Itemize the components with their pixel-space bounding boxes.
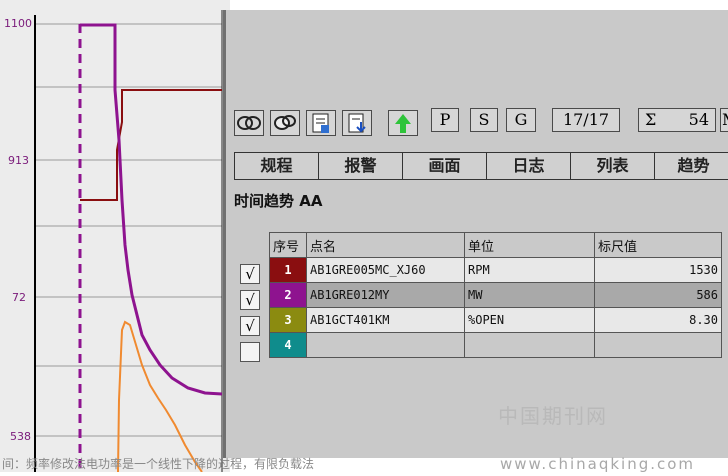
row-color-swatch: 2 xyxy=(269,282,307,308)
y-tick-label: 913 xyxy=(8,154,29,167)
more-button[interactable]: M xyxy=(720,108,728,132)
row-unit xyxy=(464,332,595,358)
row-color-swatch: 3 xyxy=(269,307,307,333)
row-scale: 8.30 xyxy=(594,307,722,333)
s-button[interactable]: S xyxy=(470,108,498,132)
report-icon[interactable] xyxy=(306,110,336,136)
checkbox-row-4[interactable] xyxy=(240,342,260,362)
table-row[interactable]: 1 AB1GRE005MC_XJ60 RPM 1530 xyxy=(269,257,722,283)
row-scale: 586 xyxy=(594,282,722,308)
table-row[interactable]: 3 AB1GCT401KM %OPEN 8.30 xyxy=(269,307,722,333)
header-name: 点名 xyxy=(306,232,465,258)
y-tick-label: 72 xyxy=(12,291,26,304)
y-tick-label: 538 xyxy=(10,430,31,443)
sum-symbol: Σ xyxy=(645,110,657,129)
tab-alarm[interactable]: 报警 xyxy=(319,153,403,179)
header-unit: 单位 xyxy=(464,232,595,258)
download-icon[interactable] xyxy=(342,110,372,136)
checkbox-row-2[interactable]: √ xyxy=(240,290,260,310)
point-table: 序号 点名 单位 标尺值 1 AB1GRE005MC_XJ60 RPM 1530… xyxy=(269,232,722,358)
tab-display[interactable]: 画面 xyxy=(403,153,487,179)
row-unit: MW xyxy=(464,282,595,308)
tab-procedure[interactable]: 规程 xyxy=(235,153,319,179)
checkbox-row-1[interactable]: √ xyxy=(240,264,260,284)
tab-trend[interactable]: 趋势 xyxy=(655,153,728,179)
watermark-text: 中国期刊网 xyxy=(498,404,608,428)
row-unit: %OPEN xyxy=(464,307,595,333)
row-scale: 1530 xyxy=(594,257,722,283)
row-color-swatch: 4 xyxy=(269,332,307,358)
row-point-name: AB1GCT401KM xyxy=(306,307,465,333)
handshake-icon[interactable] xyxy=(234,110,264,136)
table-header-row: 序号 点名 单位 标尺值 xyxy=(269,232,722,258)
table-row[interactable]: 2 AB1GRE012MY MW 586 xyxy=(269,282,722,308)
watermark-url: www.chinaqking.com xyxy=(500,455,696,472)
caption-strip: 间：频率修改法电功率是一个线性下降的过程，有限负载法 www.chinaqkin… xyxy=(0,455,728,472)
caption-text: 间：频率修改法电功率是一个线性下降的过程，有限负载法 xyxy=(2,457,315,471)
header-scale: 标尺值 xyxy=(594,232,722,258)
section-title: 时间趋势 AA xyxy=(234,192,323,210)
p-button[interactable]: P xyxy=(431,108,459,132)
row-unit: RPM xyxy=(464,257,595,283)
trend-svg: 1100 913 72 538 xyxy=(0,0,230,473)
y-tick-label: 1100 xyxy=(4,17,32,30)
checkbox-row-3[interactable]: √ xyxy=(240,316,260,336)
sum-value: 54 xyxy=(688,110,709,129)
tab-list[interactable]: 列表 xyxy=(571,153,655,179)
handshake-alt-icon[interactable] xyxy=(270,110,300,136)
tab-log[interactable]: 日志 xyxy=(487,153,571,179)
table-row[interactable]: 4 xyxy=(269,332,722,358)
row-point-name xyxy=(306,332,465,358)
page-counter: 17/17 xyxy=(552,108,620,132)
row-point-name: AB1GRE012MY xyxy=(306,282,465,308)
row-scale xyxy=(594,332,722,358)
row-color-swatch: 1 xyxy=(269,257,307,283)
g-button[interactable]: G xyxy=(506,108,536,132)
trend-chart: 1100 913 72 538 xyxy=(0,0,230,473)
row-point-name: AB1GRE005MC_XJ60 xyxy=(306,257,465,283)
tab-bar: 规程 报警 画面 日志 列表 趋势 xyxy=(234,152,728,180)
up-arrow-icon[interactable] xyxy=(388,110,418,136)
sum-counter: Σ 54 xyxy=(638,108,716,132)
trend-control-panel: P S G 17/17 Σ 54 M 规程 报警 画面 日志 列表 趋势 时间趋… xyxy=(223,10,728,458)
header-index: 序号 xyxy=(269,232,307,258)
